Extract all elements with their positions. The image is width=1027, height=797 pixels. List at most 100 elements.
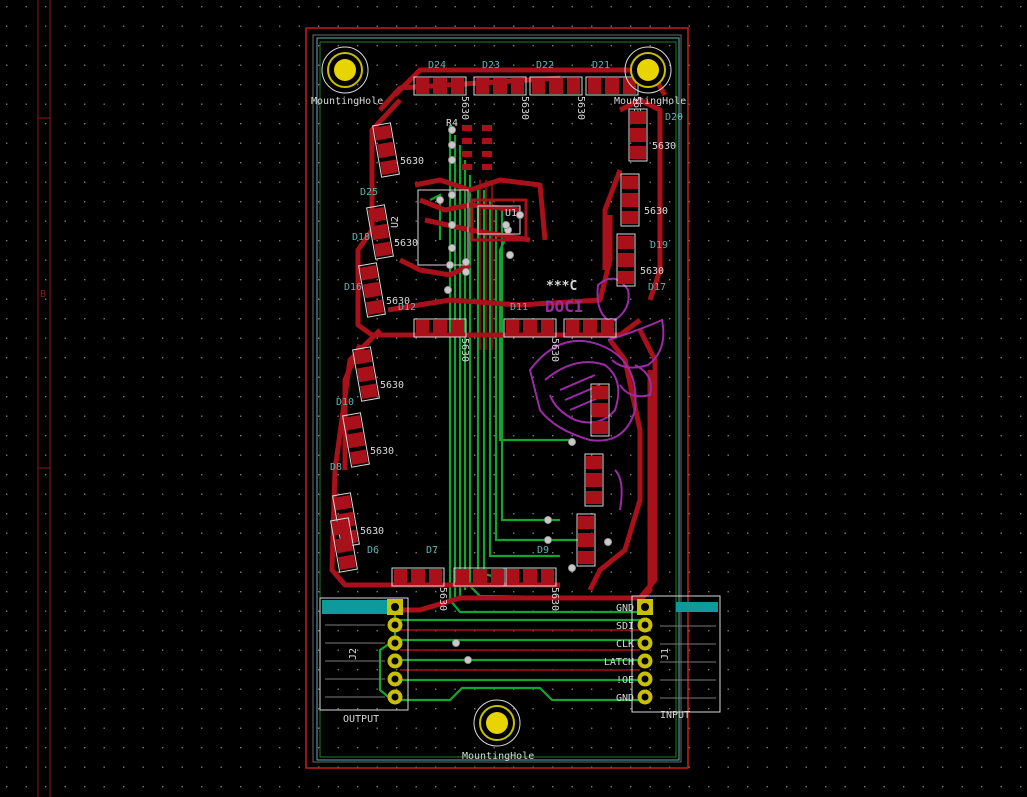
mounting-hole-label-bottom: MountingHole <box>462 751 534 762</box>
led-ref-label: D10 <box>336 397 354 408</box>
j1-pin1-marker <box>676 602 718 612</box>
led-ref-label: D24 <box>428 60 446 71</box>
led-pad <box>618 271 634 284</box>
led-pad <box>592 421 608 434</box>
led-pad <box>338 554 357 571</box>
led-pad <box>622 211 638 224</box>
led-footprint[interactable] <box>590 383 610 437</box>
led-package-label: 5630 <box>519 96 530 120</box>
led-pad <box>566 320 579 336</box>
pin-drill <box>391 657 399 665</box>
led-pad <box>362 281 382 299</box>
led-pad <box>433 320 447 336</box>
via <box>443 285 452 294</box>
led-package-label: 5630 <box>644 206 668 217</box>
led-pad <box>416 78 429 94</box>
led-ref-label: D16 <box>344 282 362 293</box>
led-package-label: 5630 <box>370 446 394 457</box>
j1-pin-label: LATCH <box>604 657 634 668</box>
led-ref-label: D18 <box>352 232 370 243</box>
led-footprint[interactable] <box>453 567 507 587</box>
led-pad <box>456 569 469 585</box>
led-pad <box>360 383 379 400</box>
led-pad <box>618 253 634 267</box>
dot-grid <box>0 0 1027 797</box>
via <box>461 267 470 276</box>
led-pad <box>367 206 386 223</box>
mounting-hole-top-right[interactable] <box>624 46 672 94</box>
pin-drill <box>641 603 649 611</box>
via <box>447 220 456 229</box>
led-pad <box>473 569 487 585</box>
mounting-hole-bottom[interactable] <box>473 699 521 747</box>
led-pad <box>380 159 399 176</box>
led-pad <box>350 449 369 466</box>
c-mark-label: ***C <box>546 279 577 294</box>
led-pad <box>578 533 594 547</box>
led-ref-label: D12 <box>398 302 416 313</box>
led-pad <box>333 494 352 511</box>
led-pad <box>506 320 519 336</box>
led-pad <box>592 386 608 399</box>
pin-drill <box>641 657 649 665</box>
pin-drill <box>391 621 399 629</box>
led-pad <box>578 551 594 564</box>
led-ref-label: D19 <box>650 240 668 251</box>
led-pad <box>429 569 442 585</box>
j1-pin-label: !OE <box>616 675 634 686</box>
led-package-label: 5630 <box>549 338 560 362</box>
led-package-label: 5630 <box>575 96 586 120</box>
pin-drill <box>641 693 649 701</box>
j1-pin-label: GND <box>616 603 634 614</box>
pin-drill <box>641 639 649 647</box>
led-pad <box>588 78 601 94</box>
pin-drill <box>641 621 649 629</box>
led-pad <box>583 320 597 336</box>
led-pad <box>334 536 354 554</box>
led-pad <box>578 516 594 529</box>
led-package-label: 5630 <box>437 587 448 611</box>
led-pad <box>346 431 366 449</box>
led-pad <box>376 141 396 159</box>
led-pad <box>630 128 646 142</box>
via <box>544 536 553 545</box>
via <box>505 250 514 259</box>
led-footprint[interactable] <box>584 453 604 507</box>
led-ref-label: D23 <box>482 60 500 71</box>
led-footprint[interactable] <box>576 513 596 567</box>
led-package-label: 5630 <box>652 141 676 152</box>
led-ref-label: D20 <box>665 112 683 123</box>
mounting-hole-top-left[interactable] <box>321 46 369 94</box>
pin-drill <box>391 675 399 683</box>
led-pad <box>433 78 447 94</box>
led-pad <box>476 78 489 94</box>
led-pad <box>511 78 524 94</box>
led-package-label: 5630 <box>459 96 470 120</box>
pcb-canvas[interactable]: B DOCI D215630D225630D235630D245630D2556… <box>0 0 1027 797</box>
mounting-hole-label-top-right: MountingHole <box>614 96 686 107</box>
via <box>516 210 525 219</box>
led-pad <box>586 491 602 504</box>
led-pad <box>618 236 634 249</box>
via <box>568 437 577 446</box>
via <box>447 190 456 199</box>
led-pad <box>353 348 372 365</box>
led-pad <box>356 365 376 383</box>
led-footprint[interactable] <box>563 318 617 338</box>
via <box>461 257 470 266</box>
j1-pin-label: GND <box>616 693 634 704</box>
led-pad <box>491 569 504 585</box>
j2-ref-label: J2 <box>348 648 359 660</box>
pin-drill <box>391 603 399 611</box>
sheet-zone-marker: B <box>40 289 46 300</box>
led-pad <box>493 78 507 94</box>
led-pad <box>586 456 602 469</box>
led-ref-label: D11 <box>510 302 528 313</box>
led-package-label: 5630 <box>400 156 424 167</box>
via <box>435 195 444 204</box>
led-pad <box>373 124 392 141</box>
led-pad <box>532 78 545 94</box>
mounting-hole-drill <box>637 59 659 81</box>
led-ref-label: D8 <box>330 462 342 473</box>
led-pad <box>592 403 608 417</box>
